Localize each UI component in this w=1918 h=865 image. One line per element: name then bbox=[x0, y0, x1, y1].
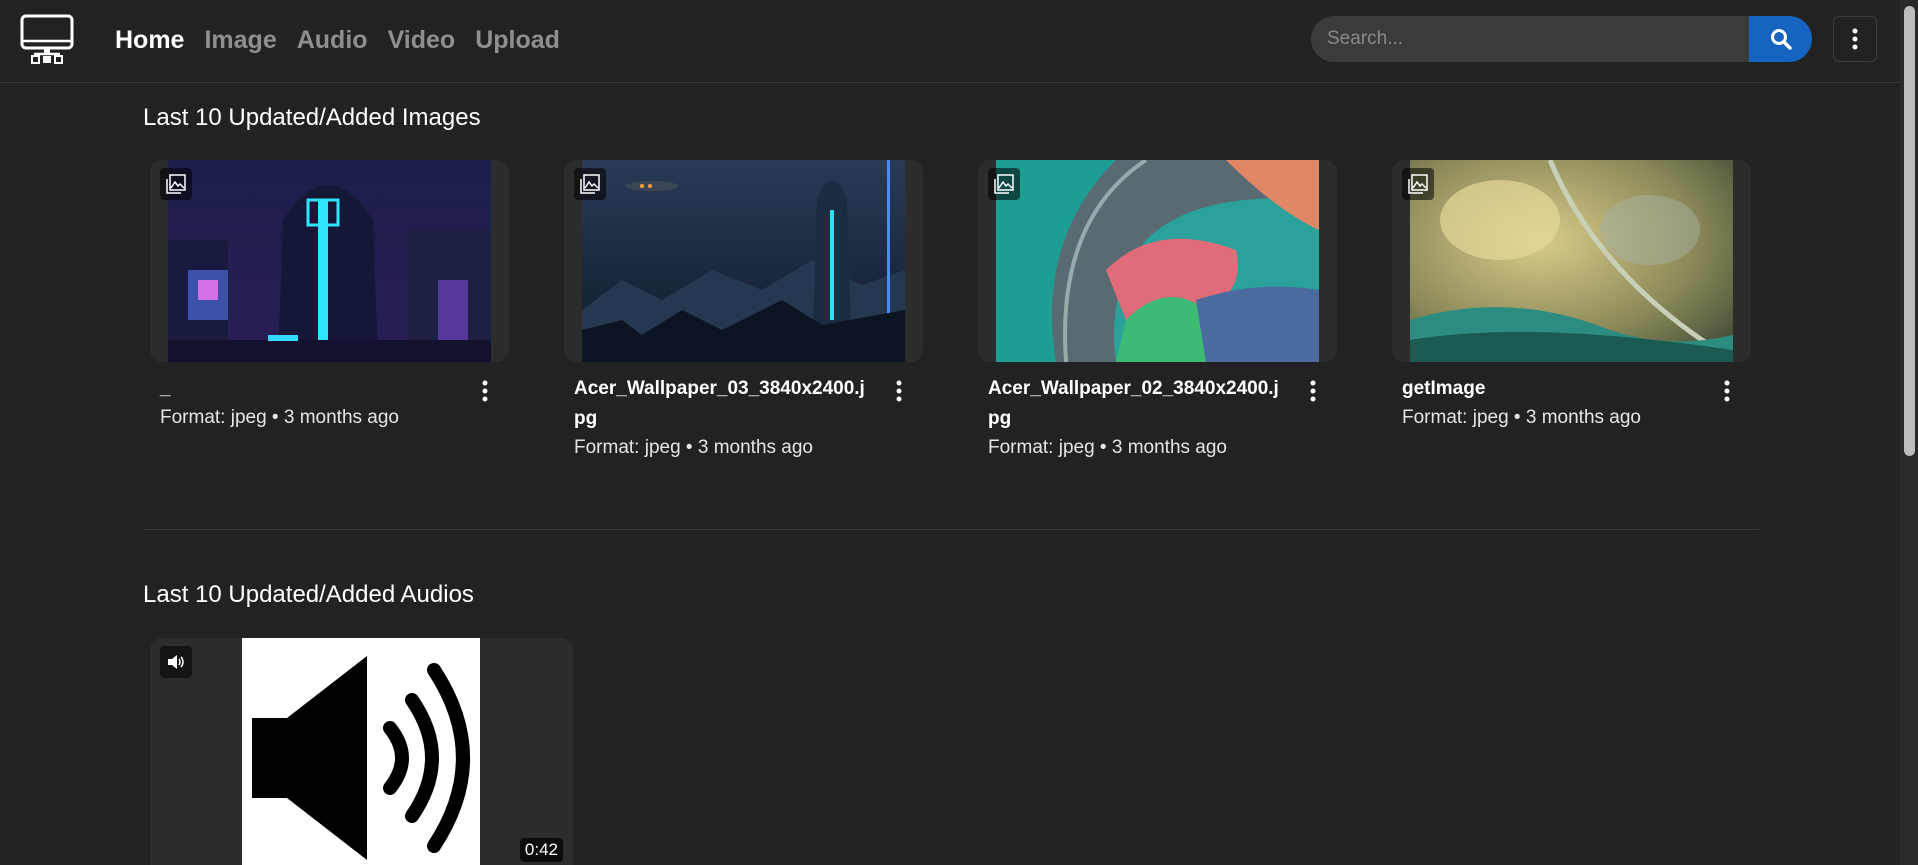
search-button[interactable] bbox=[1749, 16, 1812, 62]
image-thumbnail[interactable] bbox=[564, 160, 923, 362]
image-type-icon bbox=[160, 168, 192, 200]
search-icon bbox=[1770, 29, 1792, 50]
main-nav: Home Image Audio Video Upload bbox=[115, 24, 560, 56]
image-meta: Format: jpeg • 3 months ago bbox=[160, 407, 399, 428]
kebab-menu-icon bbox=[482, 380, 488, 402]
image-type-icon bbox=[574, 168, 606, 200]
scrollbar-thumb[interactable] bbox=[1904, 6, 1915, 456]
gold-abstract-image bbox=[1410, 160, 1733, 362]
kebab-menu-icon bbox=[1724, 380, 1730, 402]
nav-upload[interactable]: Upload bbox=[475, 24, 560, 56]
kebab-menu-icon bbox=[896, 380, 902, 402]
search-input[interactable] bbox=[1311, 16, 1749, 62]
image-title[interactable]: _ bbox=[160, 374, 459, 404]
image-meta: Format: jpeg • 3 months ago bbox=[988, 437, 1227, 458]
audio-duration: 0:42 bbox=[519, 838, 563, 862]
image-title[interactable]: Acer_Wallpaper_03_3840x2400.jpg bbox=[574, 374, 873, 434]
card-menu-button[interactable] bbox=[475, 376, 495, 406]
image-card: Acer_Wallpaper_02_3840x2400.jpg Format: … bbox=[978, 160, 1337, 462]
search-bar bbox=[1311, 16, 1812, 62]
kebab-menu-icon bbox=[1852, 28, 1858, 50]
nav-image[interactable]: Image bbox=[204, 24, 276, 56]
image-meta: Format: jpeg • 3 months ago bbox=[574, 437, 813, 458]
teal-abstract-image bbox=[996, 160, 1319, 362]
nav-home[interactable]: Home bbox=[115, 24, 184, 56]
image-title[interactable]: Acer_Wallpaper_02_3840x2400.jpg bbox=[988, 374, 1287, 434]
image-type-icon bbox=[988, 168, 1020, 200]
image-type-icon bbox=[1402, 168, 1434, 200]
image-thumbnail[interactable] bbox=[978, 160, 1337, 362]
neon-city-image bbox=[168, 160, 491, 362]
image-thumbnail[interactable] bbox=[150, 160, 509, 362]
image-card: getImage Format: jpeg • 3 months ago bbox=[1392, 160, 1751, 432]
blue-skyline-image bbox=[582, 160, 905, 362]
speaker-icon bbox=[242, 638, 480, 865]
image-meta: Format: jpeg • 3 months ago bbox=[1402, 407, 1641, 428]
card-menu-button[interactable] bbox=[1717, 376, 1737, 406]
top-navbar: Home Image Audio Video Upload bbox=[0, 0, 1900, 83]
audio-type-icon bbox=[160, 646, 192, 678]
audios-section-title: Last 10 Updated/Added Audios bbox=[143, 581, 474, 608]
audio-thumbnail[interactable]: 0:42 bbox=[150, 638, 573, 865]
image-card: _ Format: jpeg • 3 months ago bbox=[150, 160, 509, 432]
images-section-title: Last 10 Updated/Added Images bbox=[143, 104, 481, 131]
card-menu-button[interactable] bbox=[889, 376, 909, 406]
image-title[interactable]: getImage bbox=[1402, 374, 1701, 404]
section-divider bbox=[143, 529, 1759, 530]
nav-audio[interactable]: Audio bbox=[297, 24, 368, 56]
page-scrollbar[interactable] bbox=[1900, 0, 1918, 865]
audio-card: 0:42 bbox=[150, 638, 573, 865]
settings-menu-button[interactable] bbox=[1833, 16, 1877, 62]
card-menu-button[interactable] bbox=[1303, 376, 1323, 406]
kebab-menu-icon bbox=[1310, 380, 1316, 402]
monitor-icon[interactable] bbox=[20, 14, 74, 64]
image-thumbnail[interactable] bbox=[1392, 160, 1751, 362]
image-card: Acer_Wallpaper_03_3840x2400.jpg Format: … bbox=[564, 160, 923, 462]
nav-video[interactable]: Video bbox=[388, 24, 456, 56]
